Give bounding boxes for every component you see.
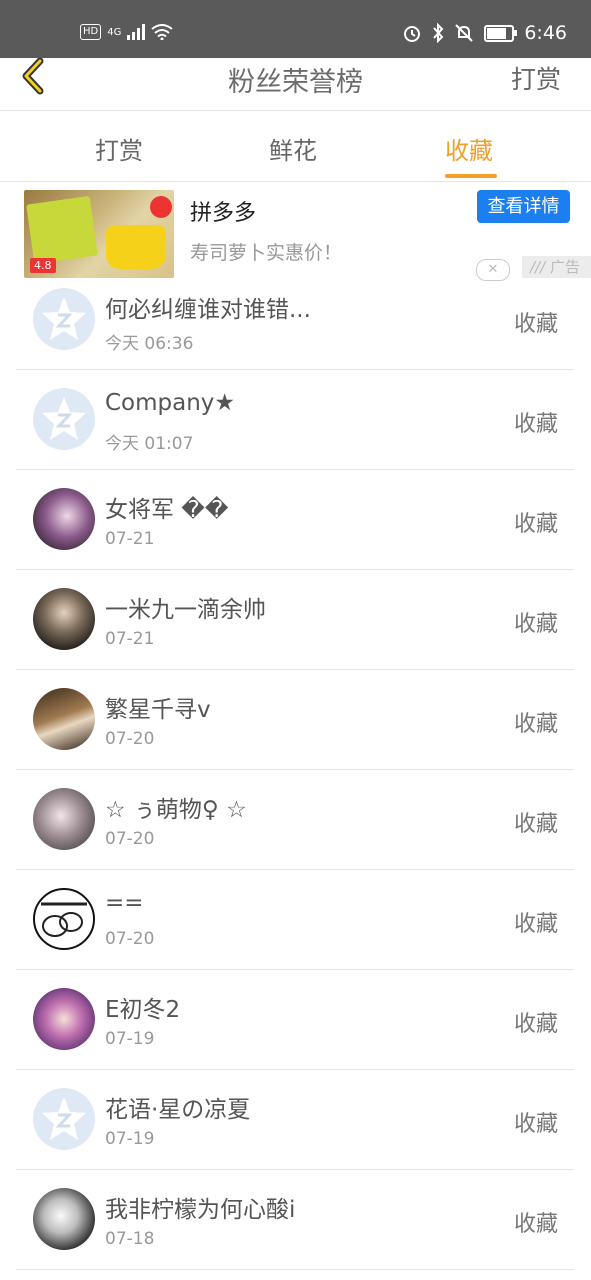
fan-name: E初冬2 (105, 997, 181, 1023)
fan-name: 花语·星の凉夏 (105, 1097, 251, 1123)
list-item[interactable]: 繁星千寻v 07-20 收藏 (0, 670, 591, 770)
list-item[interactable]: 花语·星の凉夏 07-19 收藏 (0, 1070, 591, 1170)
tab-tip[interactable]: 打赏 (95, 131, 143, 166)
tab-favorites[interactable]: 收藏 (445, 131, 493, 166)
fan-time: 07-19 (105, 1029, 155, 1049)
favorite-label: 收藏 (513, 1212, 558, 1237)
fan-time: 07-20 (105, 929, 155, 949)
status-time: 6:46 (524, 22, 567, 44)
avatar[interactable] (33, 788, 95, 850)
avatar[interactable] (33, 488, 95, 550)
favorite-label: 收藏 (513, 612, 558, 637)
list-item[interactable]: 一米九一滴余帅 07-21 收藏 (0, 570, 591, 670)
fan-time: 07-19 (105, 1129, 155, 1149)
ad-image-product (26, 195, 98, 265)
ad-image-radish (106, 225, 166, 269)
fan-name: 我非柠檬为何心酸i (105, 1197, 296, 1223)
hd-badge: HD (80, 24, 102, 40)
list-item[interactable]: 女将军 �� 07-21 收藏 (0, 470, 591, 570)
fan-time: 07-20 (105, 729, 155, 749)
avatar[interactable] (33, 588, 95, 650)
active-tab-indicator (445, 174, 497, 178)
fan-time: 今天 01:07 (105, 434, 194, 454)
ad-image-badge (150, 196, 172, 218)
tip-button[interactable]: 打赏 (511, 60, 561, 96)
favorite-label: 收藏 (513, 1012, 558, 1037)
signal-icon (127, 24, 146, 40)
list-item[interactable]: ☆ ぅ萌物♀ ☆ 07-20 收藏 (0, 770, 591, 870)
favorite-label: 收藏 (513, 412, 558, 437)
wifi-icon (151, 24, 173, 40)
favorite-label: 收藏 (513, 512, 558, 537)
alarm-icon (404, 26, 421, 42)
avatar[interactable] (33, 1188, 95, 1250)
fan-time: 07-20 (105, 829, 155, 849)
avatar[interactable] (33, 688, 95, 750)
fan-name: 何必纠缠谁对谁错... (105, 297, 311, 323)
nav-bar: 粉丝荣誉榜 打赏 (0, 57, 591, 111)
fan-time: 07-21 (105, 529, 155, 549)
ad-details-button[interactable]: 查看详情 (477, 190, 570, 223)
avatar[interactable] (33, 888, 95, 950)
default-avatar-icon (42, 1097, 86, 1140)
sketch-avatar-image (41, 902, 87, 937)
status-left: HD 4G (80, 24, 173, 40)
favorite-label: 收藏 (513, 1112, 558, 1137)
list-item[interactable]: 何必纠缠谁对谁错... 今天 06:36 收藏 (0, 270, 591, 370)
avatar[interactable] (33, 1088, 95, 1150)
ad-banner[interactable]: 4.8 拼多多 寿司萝卜实惠价！ 查看详情 ✕ /// 广告 (0, 183, 591, 283)
fan-name: 女将军 �� (105, 497, 229, 523)
divider (16, 1269, 574, 1270)
fan-time: 今天 06:36 (105, 334, 194, 354)
ad-title[interactable]: 拼多多 (190, 195, 256, 227)
list-item[interactable]: 我非柠檬为何心酸i 07-18 收藏 (0, 1170, 591, 1270)
battery-icon (484, 24, 518, 42)
list-item[interactable]: Company★ 今天 01:07 收藏 (0, 370, 591, 470)
fan-time: 07-18 (105, 1229, 155, 1249)
favorite-label: 收藏 (513, 812, 558, 837)
page-title: 粉丝荣誉榜 (228, 67, 363, 98)
list-item[interactable]: E初冬2 07-19 收藏 (0, 970, 591, 1070)
status-right: 6:46 (402, 22, 567, 44)
list-item[interactable]: == 07-20 收藏 (0, 870, 591, 970)
signal-label: 4G (107, 26, 122, 38)
fan-name: Company★ (105, 390, 236, 416)
mute-bell-icon (455, 24, 474, 42)
fan-name: ☆ ぅ萌物♀ ☆ (105, 797, 247, 823)
ad-image[interactable]: 4.8 (24, 190, 174, 278)
bluetooth-icon (433, 23, 444, 43)
fan-name: 繁星千寻v (105, 697, 211, 723)
default-avatar-icon (42, 297, 86, 340)
favorite-label: 收藏 (513, 712, 558, 737)
favorite-label: 收藏 (513, 912, 558, 937)
status-bar: HD 4G 6:46 (0, 0, 591, 58)
tab-flowers[interactable]: 鲜花 (269, 131, 317, 166)
avatar[interactable] (33, 388, 95, 450)
avatar[interactable] (33, 988, 95, 1050)
fan-name: == (105, 890, 144, 916)
favorite-label: 收藏 (513, 312, 558, 337)
default-avatar-icon (42, 397, 86, 440)
avatar[interactable] (33, 288, 95, 350)
tab-bar: 打赏 鲜花 收藏 (0, 111, 591, 182)
fan-name: 一米九一滴余帅 (105, 597, 266, 623)
fan-time: 07-21 (105, 629, 155, 649)
fan-list: 何必纠缠谁对谁错... 今天 06:36 收藏 Company★ 今天 01:0… (0, 270, 591, 1270)
ad-subtitle: 寿司萝卜实惠价！ (190, 242, 343, 264)
